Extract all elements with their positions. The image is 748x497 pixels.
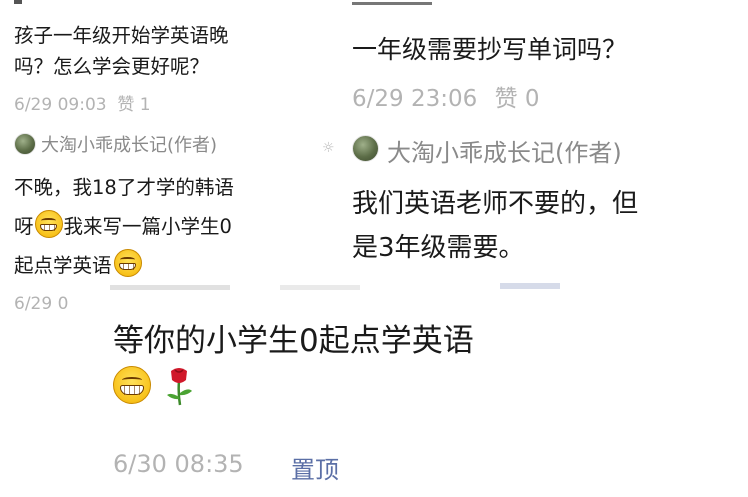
reply-fragment: 呀 <box>14 215 34 238</box>
like-count[interactable]: 赞 0 <box>495 86 540 112</box>
comment-time: 6/30 08:35 <box>113 450 244 478</box>
question-date: 6/29 23:06 <box>352 86 478 112</box>
author-avatar[interactable] <box>352 135 379 162</box>
faded-row <box>110 281 570 293</box>
question-meta: 6/29 23:06 赞 0 <box>352 79 540 113</box>
reply-author-name[interactable]: 大淘小乖成长记(作者) <box>387 133 622 168</box>
reply-meta-partial: 6/29 0 <box>14 294 69 314</box>
reply-fragment: 我来写一篇小学生0 <box>63 215 232 238</box>
reply-line: 我们英语老师不要的，但 <box>352 189 639 219</box>
pin-button[interactable]: 置顶 <box>291 450 339 485</box>
rose-icon <box>162 365 196 406</box>
grinning-face-icon <box>113 366 151 404</box>
reply-author-name[interactable]: 大淘小乖成长记(作者) <box>41 131 217 157</box>
reply-line-3: 起点学英语 <box>14 246 314 285</box>
comment-emojis <box>113 365 196 406</box>
reply-line-2: 呀 我来写一篇小学生0 <box>14 207 314 246</box>
comment-text: 等你的小学生0起点学英语 <box>113 323 474 359</box>
question-line: 吗？怎么学会更好呢？ <box>14 55 210 78</box>
gear-icon[interactable]: ☼ <box>322 140 335 156</box>
reply-text: 不晚，我18了才学的韩语 呀 我来写一篇小学生0 起点学英语 <box>14 168 314 285</box>
question-line: 孩子一年级开始学英语晚 <box>14 24 229 47</box>
cut-top-fragment-left <box>14 0 22 4</box>
reply-line: 是3年级需要。 <box>352 233 525 263</box>
grinning-face-icon <box>34 210 63 238</box>
question-meta: 6/29 09:03 赞 1 <box>14 95 151 115</box>
question-text: 一年级需要抄写单词吗？ <box>352 35 628 64</box>
author-avatar[interactable] <box>14 133 36 155</box>
reply-fragment: 起点学英语 <box>14 254 112 277</box>
grinning-face-icon <box>113 249 142 277</box>
cut-top-fragment-right <box>352 0 472 8</box>
reply-line: 不晚，我18了才学的韩语 <box>14 176 234 199</box>
reply-text: 我们英语老师不要的，但 是3年级需要。 <box>352 182 638 270</box>
question-text: 孩子一年级开始学英语晚 吗？怎么学会更好呢？ <box>14 20 229 82</box>
